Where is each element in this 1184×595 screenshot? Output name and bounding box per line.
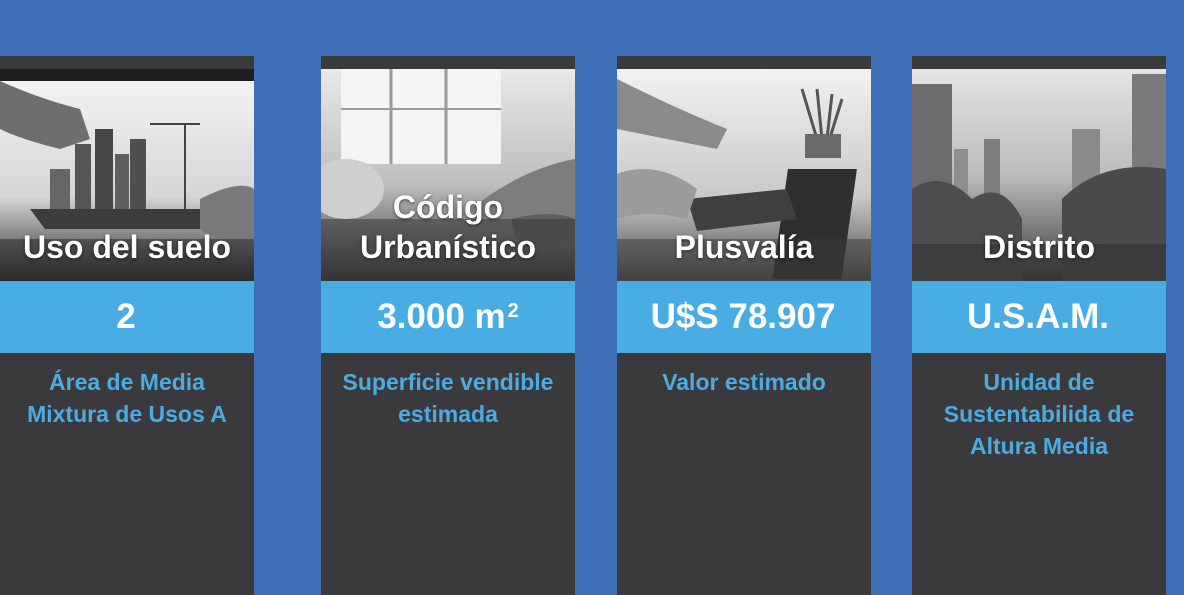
value-band: 2 bbox=[0, 281, 254, 353]
desc-line1: Superficie vendible bbox=[342, 369, 554, 395]
card-title-line2: Urbanístico bbox=[359, 229, 537, 265]
card-distrito: Distrito U.S.A.M. Unidad de Sustentabili… bbox=[912, 56, 1166, 595]
building-model-photo: Uso del suelo bbox=[0, 69, 254, 281]
desc-line1: Valor estimado bbox=[662, 369, 826, 395]
value-text: U.S.A.M. bbox=[967, 297, 1109, 336]
card-title-line1: Código bbox=[392, 189, 504, 225]
city-skyline-photo: Distrito bbox=[912, 69, 1166, 281]
value-band: U$S 78.907 bbox=[617, 281, 871, 353]
card-uso-del-suelo: Uso del suelo 2 Área de Media Mixtura de… bbox=[0, 56, 254, 595]
value-band: U.S.A.M. bbox=[912, 281, 1166, 353]
desc-line2: estimada bbox=[398, 401, 498, 427]
card-title-line2: Uso del suelo bbox=[22, 229, 232, 265]
card-plusvalia: Plusvalía U$S 78.907 Valor estimado bbox=[617, 56, 871, 595]
card-description: Superficie vendible estimada bbox=[329, 366, 567, 430]
value-text: 3.000 m bbox=[377, 297, 506, 336]
desc-line3: Altura Media bbox=[969, 433, 1109, 459]
value-text: 2 bbox=[116, 297, 136, 336]
card-title-line2: Plusvalía bbox=[674, 229, 814, 265]
calculator-keyboard-photo: Plusvalía bbox=[617, 69, 871, 281]
architect-drawing-photo: Código Urbanístico bbox=[321, 69, 575, 281]
desc-line1: Unidad de bbox=[983, 369, 1095, 395]
value-band: 3.000 m2 bbox=[321, 281, 575, 353]
card-codigo-urbanistico: Código Urbanístico 3.000 m2 Superficie v… bbox=[321, 56, 575, 595]
desc-line1: Área de Media bbox=[49, 369, 205, 395]
card-description: Área de Media Mixtura de Usos A bbox=[8, 366, 246, 430]
card-title-line2: Distrito bbox=[983, 229, 1095, 265]
value-text: U$S 78.907 bbox=[650, 297, 836, 336]
desc-line2: Sustentabilida de bbox=[943, 401, 1135, 427]
card-description: Valor estimado bbox=[625, 366, 863, 398]
desc-line2: Mixtura de Usos A bbox=[27, 401, 227, 427]
card-description: Unidad de Sustentabilida de Altura Media bbox=[920, 366, 1158, 462]
value-superscript: 2 bbox=[507, 299, 519, 322]
